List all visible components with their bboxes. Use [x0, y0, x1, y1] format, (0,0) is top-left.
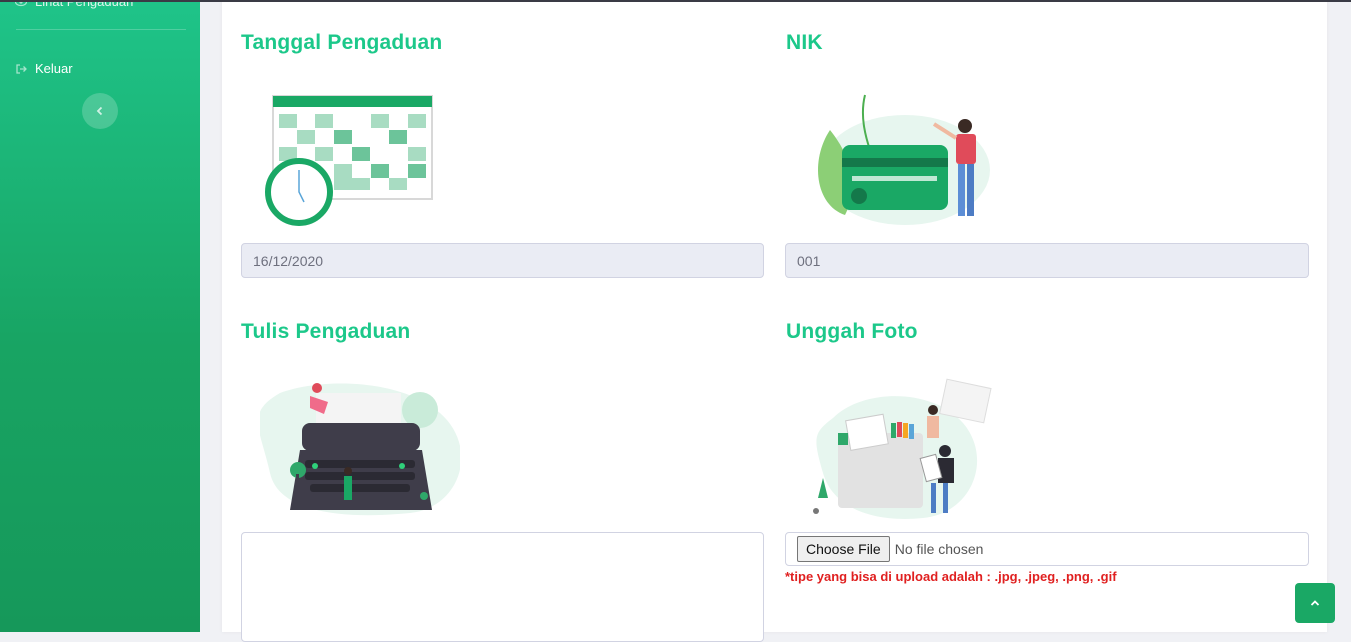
- sidebar-item-keluar[interactable]: Keluar: [15, 61, 73, 76]
- top-border: [0, 0, 1351, 2]
- nik-title: NIK: [786, 31, 823, 54]
- tulis-pengaduan-title: Tulis Pengaduan: [241, 320, 411, 343]
- chevron-up-icon: [1310, 600, 1320, 606]
- sidebar: Lihat Pengaduan Keluar: [0, 0, 200, 632]
- upload-hint: *tipe yang bisa di upload adalah : .jpg,…: [785, 569, 1117, 584]
- chevron-left-icon: [96, 106, 103, 116]
- typewriter-illustration: [260, 383, 460, 516]
- pengaduan-textarea[interactable]: [241, 532, 764, 642]
- tanggal-pengaduan-title: Tanggal Pengaduan: [241, 31, 443, 54]
- file-status: No file chosen: [894, 541, 984, 557]
- choose-file-button[interactable]: Choose File: [797, 536, 890, 562]
- sidebar-toggle-button[interactable]: [82, 93, 118, 129]
- scroll-to-top-button[interactable]: [1295, 583, 1335, 623]
- sidebar-item-label: Keluar: [35, 61, 73, 76]
- photo-file-input[interactable]: Choose File No file chosen: [785, 532, 1309, 566]
- nik-input[interactable]: 001: [785, 243, 1309, 278]
- calendar-clock-illustration: [265, 95, 433, 226]
- upload-folder-illustration: [813, 378, 992, 519]
- unggah-foto-title: Unggah Foto: [786, 320, 918, 343]
- sign-out-icon: [16, 63, 27, 74]
- sidebar-divider: [16, 29, 186, 30]
- id-card-illustration: [818, 94, 990, 225]
- tanggal-input[interactable]: 16/12/2020: [241, 243, 764, 278]
